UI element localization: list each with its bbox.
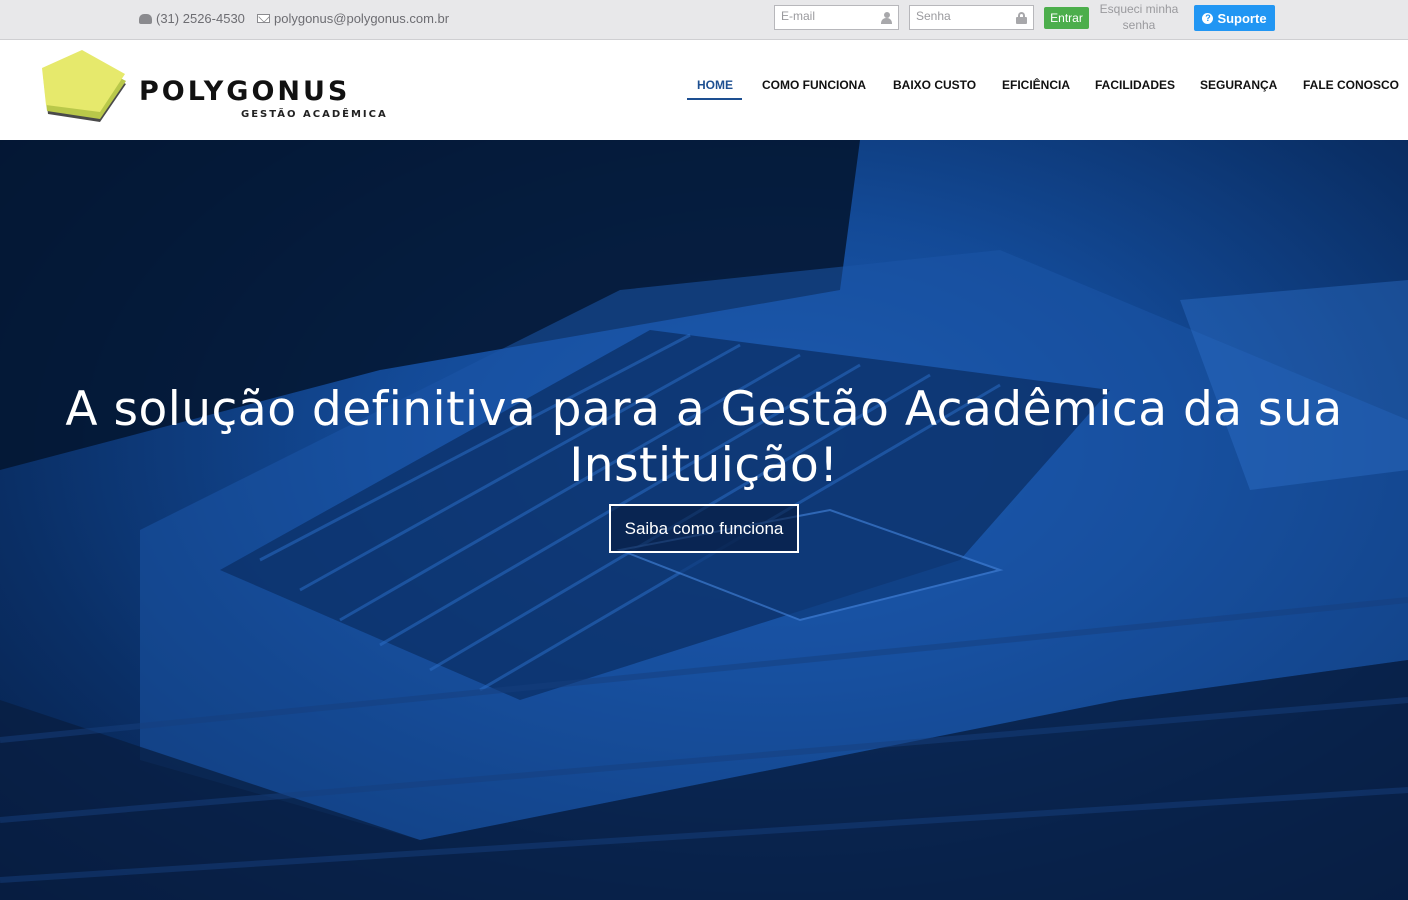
- user-icon: [881, 12, 892, 24]
- help-icon: ?: [1202, 12, 1214, 24]
- brand-tagline: GESTÃO ACADÊMICA: [241, 109, 388, 120]
- login-button[interactable]: Entrar: [1044, 7, 1089, 29]
- phone-icon: [139, 13, 152, 24]
- polygon-logo-icon: [42, 50, 126, 122]
- nav-item-baixo-custo[interactable]: BAIXO CUSTO: [893, 78, 976, 92]
- logo[interactable]: POLYGONUS GESTÃO ACADÊMICA: [38, 48, 388, 128]
- active-nav-underline: [687, 98, 742, 100]
- hero-section: A solução definitiva para a Gestão Acadê…: [0, 140, 1408, 900]
- site-header: POLYGONUS GESTÃO ACADÊMICA HOME COMO FUN…: [0, 40, 1408, 140]
- contact-phone: (31) 2526-4530: [139, 11, 245, 26]
- nav-item-seguranca[interactable]: SEGURANÇA: [1200, 78, 1277, 92]
- hero-title: A solução definitiva para a Gestão Acadê…: [65, 382, 1343, 493]
- lock-icon: [1016, 12, 1027, 24]
- nav-item-eficiencia[interactable]: EFICIÊNCIA: [1002, 78, 1070, 92]
- support-label: Suporte: [1217, 10, 1267, 26]
- nav-item-como-funciona[interactable]: COMO FUNCIONA: [762, 78, 866, 92]
- saiba-como-funciona-button[interactable]: Saiba como funciona: [609, 504, 799, 553]
- mail-icon: [257, 14, 270, 23]
- nav-item-home[interactable]: HOME: [697, 78, 733, 92]
- top-bar: (31) 2526-4530 polygonus@polygonus.com.b…: [0, 0, 1408, 40]
- email-input[interactable]: [781, 9, 877, 23]
- password-input[interactable]: [916, 9, 1012, 23]
- nav-item-facilidades[interactable]: FACILIDADES: [1095, 78, 1175, 92]
- forgot-password-link[interactable]: Esqueci minha senha: [1096, 1, 1182, 33]
- support-button[interactable]: ? Suporte: [1194, 5, 1275, 31]
- login-password-field[interactable]: [909, 5, 1034, 30]
- nav-item-fale-conosco[interactable]: FALE CONOSCO: [1303, 78, 1399, 92]
- email-address: polygonus@polygonus.com.br: [274, 11, 450, 26]
- login-email-field[interactable]: [774, 5, 899, 30]
- contact-email: polygonus@polygonus.com.br: [257, 11, 449, 26]
- phone-number: (31) 2526-4530: [156, 11, 245, 26]
- brand-name: POLYGONUS: [139, 76, 351, 107]
